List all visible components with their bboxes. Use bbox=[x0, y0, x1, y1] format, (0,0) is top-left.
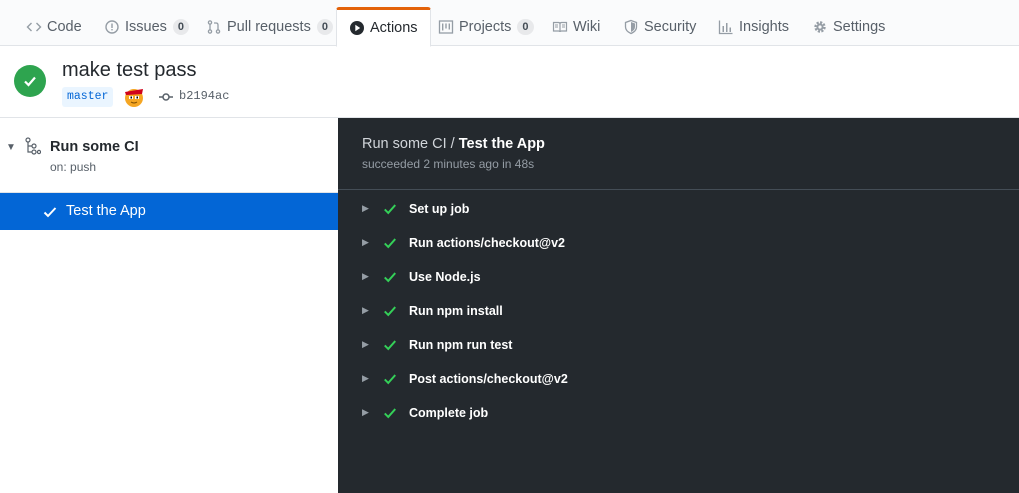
collapse-caret-icon[interactable]: ▼ bbox=[6, 142, 16, 153]
graph-icon bbox=[718, 19, 734, 35]
expand-caret-icon[interactable]: ▶ bbox=[362, 203, 369, 214]
pull-request-icon bbox=[206, 19, 222, 35]
avatar[interactable] bbox=[122, 84, 146, 108]
tab-label: Settings bbox=[833, 19, 886, 35]
check-icon bbox=[383, 406, 397, 420]
log-step-row[interactable]: ▶ Run npm run test bbox=[338, 330, 1019, 364]
log-step-row[interactable]: ▶ Set up job bbox=[338, 194, 1019, 228]
expand-caret-icon[interactable]: ▶ bbox=[362, 407, 369, 418]
tab-label: Issues bbox=[125, 19, 167, 35]
log-step-row[interactable]: ▶ Post actions/checkout@v2 bbox=[338, 364, 1019, 398]
log-job-name: Test the App bbox=[458, 136, 545, 152]
tab-security[interactable]: Security bbox=[623, 8, 696, 46]
job-log-panel: Run some CI / Test the App succeeded 2 m… bbox=[338, 118, 1019, 493]
tab-label: Projects bbox=[459, 19, 512, 35]
log-step-row[interactable]: ▶ Run npm install bbox=[338, 296, 1019, 330]
book-icon bbox=[552, 19, 568, 35]
workflow-row[interactable]: ▼ Run some CI on: push bbox=[0, 118, 338, 193]
log-step-row[interactable]: ▶ Use Node.js bbox=[338, 262, 1019, 296]
log-title-separator: / bbox=[446, 136, 459, 152]
log-step-row[interactable]: ▶ Run actions/checkout@v2 bbox=[338, 228, 1019, 262]
expand-caret-icon[interactable]: ▶ bbox=[362, 339, 369, 350]
issue-icon bbox=[104, 19, 120, 35]
tab-label: Security bbox=[644, 19, 697, 35]
tab-projects[interactable]: Projects 0 bbox=[438, 8, 534, 46]
expand-caret-icon[interactable]: ▶ bbox=[362, 271, 369, 282]
check-icon bbox=[42, 204, 58, 220]
commit-icon bbox=[158, 89, 174, 105]
branch-label[interactable]: master bbox=[62, 87, 114, 107]
tab-label: Code bbox=[47, 19, 82, 35]
tab-label: Pull requests bbox=[227, 19, 311, 35]
log-step-row[interactable]: ▶ Complete job bbox=[338, 398, 1019, 432]
step-name: Run npm run test bbox=[409, 338, 513, 352]
check-icon bbox=[383, 338, 397, 352]
workflow-sidebar: ▼ Run some CI on: push Test the App bbox=[0, 118, 338, 493]
projects-count-badge: 0 bbox=[517, 19, 534, 35]
log-workflow-name: Run some CI bbox=[362, 136, 447, 152]
tab-actions[interactable]: Actions bbox=[336, 7, 431, 47]
step-name: Complete job bbox=[409, 406, 489, 420]
step-name: Set up job bbox=[409, 202, 470, 216]
code-icon bbox=[26, 19, 42, 35]
expand-caret-icon[interactable]: ▶ bbox=[362, 373, 369, 384]
tab-label: Actions bbox=[370, 20, 418, 36]
tab-label: Insights bbox=[739, 19, 789, 35]
workflow-trigger: on: push bbox=[50, 160, 97, 174]
check-icon bbox=[383, 270, 397, 284]
workflow-name: Run some CI bbox=[50, 139, 139, 155]
step-name: Run npm install bbox=[409, 304, 503, 318]
success-status-icon bbox=[14, 65, 46, 97]
commit-sha-link[interactable]: b2194ac bbox=[179, 89, 229, 103]
tab-settings[interactable]: Settings bbox=[812, 8, 885, 46]
gear-icon bbox=[812, 19, 828, 35]
project-icon bbox=[438, 19, 454, 35]
tab-code[interactable]: Code bbox=[26, 8, 82, 46]
workflow-icon bbox=[25, 137, 42, 155]
run-header: make test pass master b2194ac bbox=[0, 47, 1019, 118]
issues-count-badge: 0 bbox=[172, 19, 190, 35]
tab-insights[interactable]: Insights bbox=[718, 8, 789, 46]
shield-icon bbox=[623, 19, 639, 35]
play-icon bbox=[349, 20, 365, 36]
expand-caret-icon[interactable]: ▶ bbox=[362, 305, 369, 316]
expand-caret-icon[interactable]: ▶ bbox=[362, 237, 369, 248]
step-name: Use Node.js bbox=[409, 270, 481, 284]
job-item-selected[interactable]: Test the App bbox=[0, 193, 338, 230]
repo-nav: Code Issues 0 Pull requests 0 Actions Pr… bbox=[0, 0, 1019, 47]
pull-requests-count-badge: 0 bbox=[316, 19, 333, 35]
log-title: Run some CI / Test the App bbox=[362, 136, 545, 152]
log-summary: succeeded 2 minutes ago in 48s bbox=[362, 157, 535, 171]
tab-label: Wiki bbox=[573, 19, 601, 35]
check-icon bbox=[383, 304, 397, 318]
tab-issues[interactable]: Issues 0 bbox=[104, 8, 190, 46]
check-icon bbox=[383, 202, 397, 216]
tab-pull-requests[interactable]: Pull requests 0 bbox=[206, 8, 333, 46]
job-name: Test the App bbox=[66, 203, 146, 219]
step-name: Post actions/checkout@v2 bbox=[409, 372, 568, 386]
tab-wiki[interactable]: Wiki bbox=[552, 8, 600, 46]
step-name: Run actions/checkout@v2 bbox=[409, 236, 565, 250]
run-title: make test pass bbox=[62, 59, 197, 81]
check-icon bbox=[383, 236, 397, 250]
check-icon bbox=[383, 372, 397, 386]
log-header: Run some CI / Test the App succeeded 2 m… bbox=[338, 118, 1019, 190]
